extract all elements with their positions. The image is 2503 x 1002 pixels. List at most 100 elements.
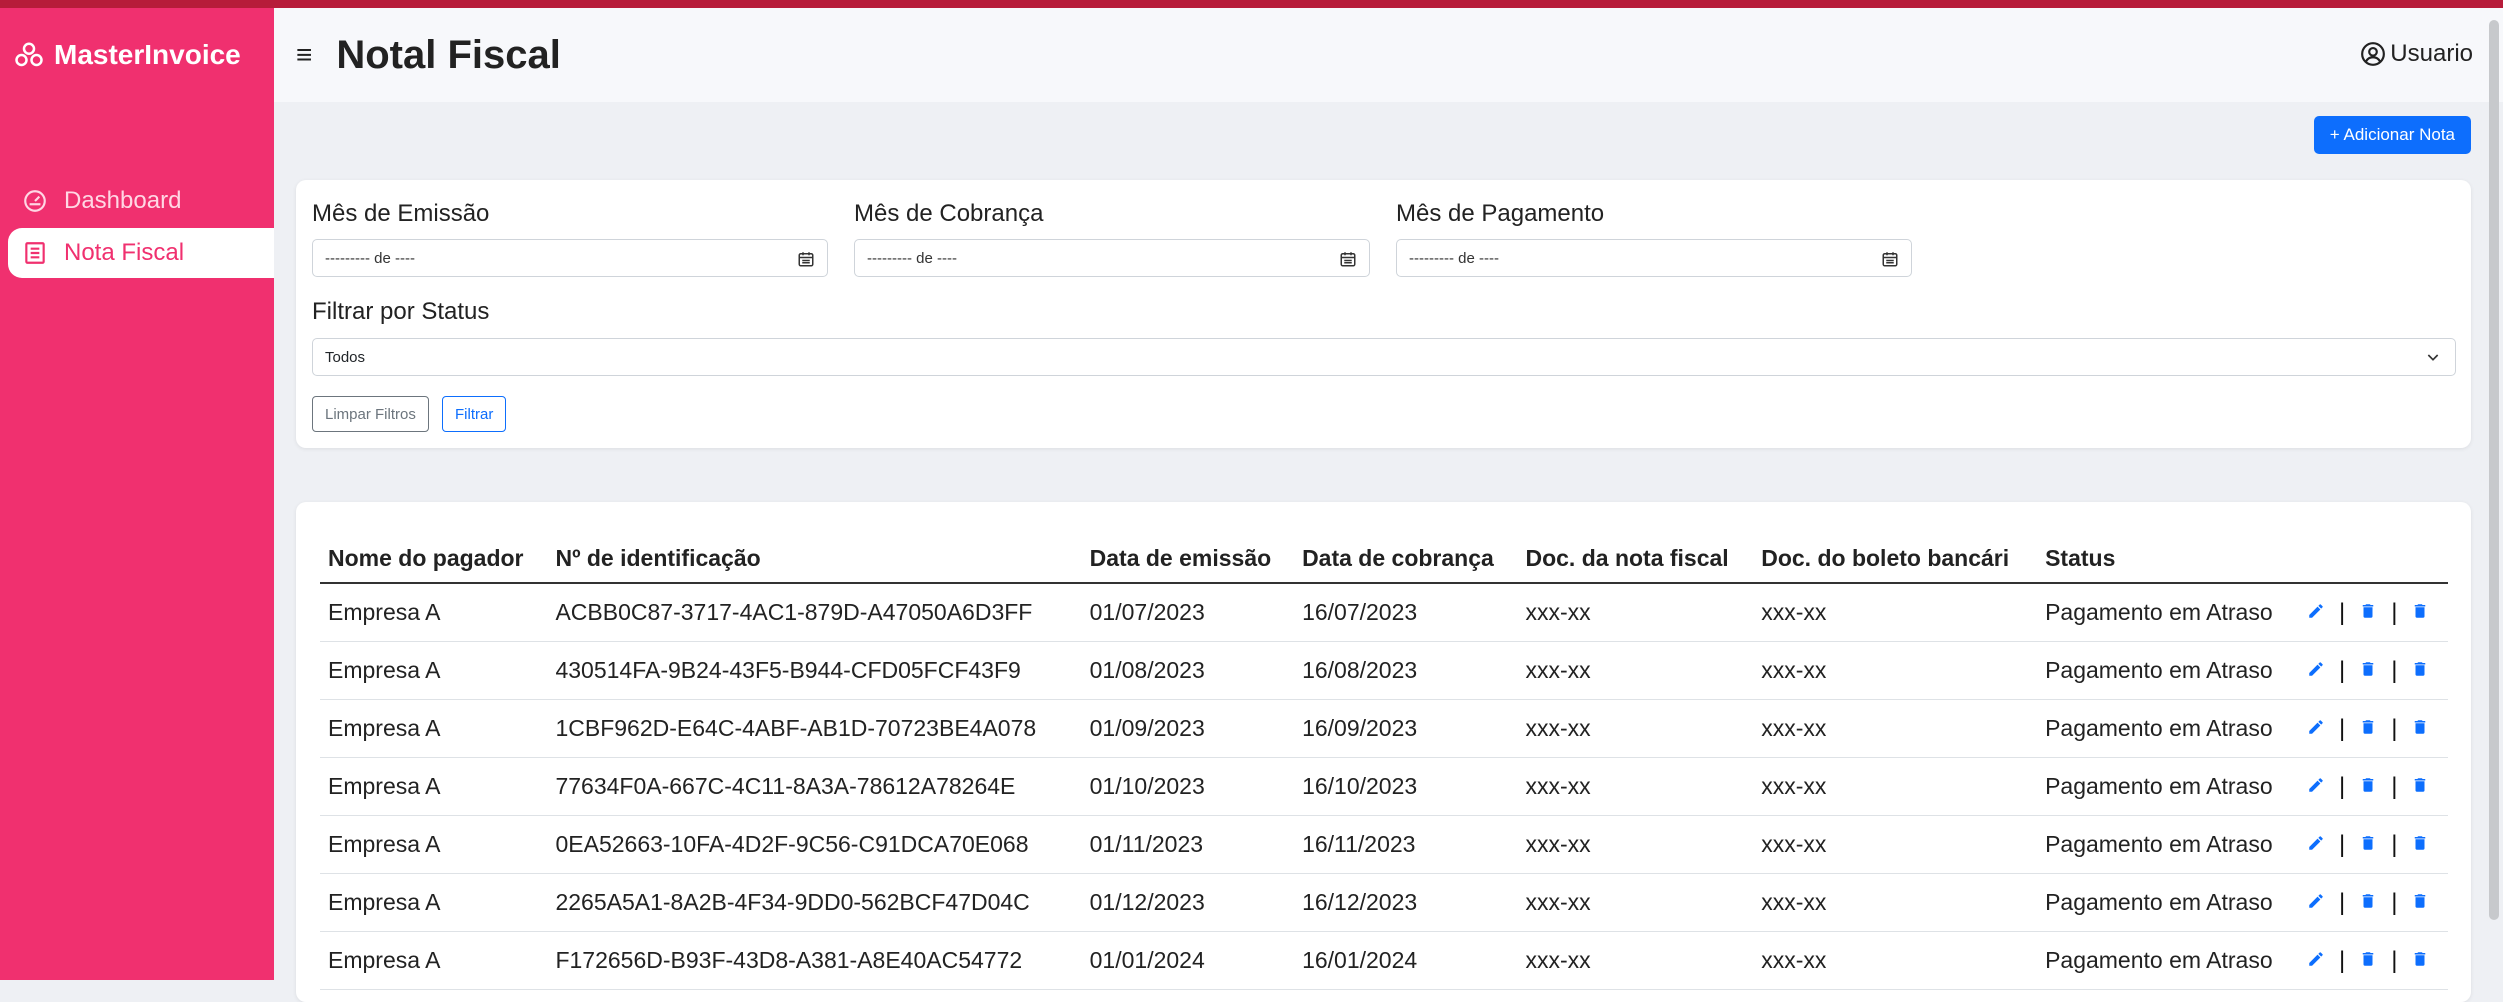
table-cell: ACBB0C87-3717-4AC1-879D-A47050A6D3FF xyxy=(547,583,1082,642)
separator: | xyxy=(2391,946,2398,974)
pencil-icon[interactable] xyxy=(2307,715,2325,742)
separator: | xyxy=(2391,598,2398,626)
trash-icon[interactable] xyxy=(2411,889,2429,916)
separator: | xyxy=(2391,714,2398,742)
table-cell: Empresa A xyxy=(320,931,548,990)
table-cell: xxx-xx xyxy=(1517,699,1754,758)
table-row: Empresa A ACBB0C87-3717-4AC1-879D-A47050A… xyxy=(320,583,2448,642)
table-cell: 2265A5A1-8A2B-4F34-9DD0-562BCF47D04C xyxy=(547,873,1082,932)
trash-icon[interactable] xyxy=(2411,715,2429,742)
clear-filters-button[interactable]: Limpar Filtros xyxy=(312,396,429,432)
sidebar-nav: Dashboard Nota Fiscal xyxy=(8,176,274,280)
status-select-value: Todos xyxy=(325,348,366,366)
calendar-icon xyxy=(1340,252,1356,267)
table-cell: 01/09/2023 xyxy=(1081,699,1295,758)
pencil-icon[interactable] xyxy=(2307,947,2325,974)
menu-icon[interactable]: ≡ xyxy=(296,39,312,71)
filter-card: Mês de Emissão --------- de ---- Mês de … xyxy=(296,180,2471,448)
trash-icon[interactable] xyxy=(2359,599,2377,626)
separator: | xyxy=(2391,772,2398,800)
app: MasterInvoice Dashboard Nota Fiscal ≡ No… xyxy=(0,8,2503,1002)
table-cell: Empresa A xyxy=(320,583,548,642)
trash-icon[interactable] xyxy=(2411,947,2429,974)
table-body: Empresa A ACBB0C87-3717-4AC1-879D-A47050A… xyxy=(320,583,2448,990)
pencil-icon[interactable] xyxy=(2307,889,2325,916)
separator: | xyxy=(2339,946,2346,974)
trash-icon[interactable] xyxy=(2411,599,2429,626)
separator: | xyxy=(2339,830,2346,858)
table-cell: xxx-xx xyxy=(1753,931,2038,990)
actions-header xyxy=(2299,534,2448,584)
table-cell: Pagamento em Atraso xyxy=(2037,757,2300,816)
sidebar-item-label: Nota Fiscal xyxy=(64,239,185,266)
cobranca-month-value: --------- de ---- xyxy=(867,249,957,267)
sidebar-item-dashboard[interactable]: Dashboard xyxy=(8,176,274,226)
trash-icon[interactable] xyxy=(2359,947,2377,974)
separator: | xyxy=(2391,656,2398,684)
scrollbar[interactable] xyxy=(2489,20,2499,920)
table-cell: 01/10/2023 xyxy=(1081,757,1295,816)
table-row: Empresa A 1CBF962D-E64C-4ABF-AB1D-70723BE… xyxy=(320,699,2448,758)
trash-icon[interactable] xyxy=(2359,889,2377,916)
row-actions: | | xyxy=(2299,583,2448,642)
pencil-icon[interactable] xyxy=(2307,773,2325,800)
gauge-icon xyxy=(24,190,46,212)
table-cell: 01/07/2023 xyxy=(1081,583,1295,642)
table-cell: xxx-xx xyxy=(1517,757,1754,816)
filter-button[interactable]: Filtrar xyxy=(442,396,507,432)
table-cell: Empresa A xyxy=(320,815,548,874)
table-cell: Pagamento em Atraso xyxy=(2037,873,2300,932)
table-cell: xxx-xx xyxy=(1753,699,2038,758)
column-header: Data de cobrança xyxy=(1294,534,1518,584)
separator: | xyxy=(2391,830,2398,858)
user-menu[interactable]: Usuario xyxy=(2360,40,2473,68)
trash-icon[interactable] xyxy=(2359,831,2377,858)
table-cell: 16/01/2024 xyxy=(1294,931,1518,990)
invoice-table: Nome do pagador Nº de identificação Data… xyxy=(320,534,2448,990)
calendar-icon xyxy=(798,252,814,267)
table-cell: 16/07/2023 xyxy=(1294,583,1518,642)
sidebar-item-nota-fiscal[interactable]: Nota Fiscal xyxy=(8,228,274,278)
document-icon xyxy=(25,242,45,264)
table-cell: Empresa A xyxy=(320,641,548,700)
cobranca-month-input[interactable]: --------- de ---- xyxy=(854,239,1370,277)
table-cell: 01/01/2024 xyxy=(1081,931,1295,990)
table-row: Empresa A F172656D-B93F-43D8-A381-A8E40AC… xyxy=(320,931,2448,990)
brand[interactable]: MasterInvoice xyxy=(0,8,274,102)
pencil-icon[interactable] xyxy=(2307,657,2325,684)
calendar-icon xyxy=(1882,252,1898,267)
user-circle-icon xyxy=(2361,42,2386,66)
table-cell: xxx-xx xyxy=(1517,873,1754,932)
table-cell: xxx-xx xyxy=(1753,641,2038,700)
sidebar-item-label: Dashboard xyxy=(64,187,182,214)
table-cell: Empresa A xyxy=(320,873,548,932)
trash-icon[interactable] xyxy=(2359,657,2377,684)
table-cell: 430514FA-9B24-43F5-B944-CFD05FCF43F9 xyxy=(547,641,1082,700)
pagamento-month-input[interactable]: --------- de ---- xyxy=(1396,239,1912,277)
trash-icon[interactable] xyxy=(2359,715,2377,742)
row-actions: | | xyxy=(2299,931,2448,990)
row-actions: | | xyxy=(2299,815,2448,874)
table-row: Empresa A 77634F0A-667C-4C11-8A3A-78612A7… xyxy=(320,757,2448,816)
table-cell: 01/12/2023 xyxy=(1081,873,1295,932)
column-header: Doc. da nota fiscal xyxy=(1517,534,1754,584)
chevron-down-icon xyxy=(2427,354,2439,361)
emissao-month-input[interactable]: --------- de ---- xyxy=(312,239,828,277)
trash-icon[interactable] xyxy=(2359,773,2377,800)
status-select[interactable]: Todos xyxy=(312,338,2456,376)
pencil-icon[interactable] xyxy=(2307,831,2325,858)
add-note-button[interactable]: + Adicionar Nota xyxy=(2313,116,2471,154)
pencil-icon[interactable] xyxy=(2307,599,2325,626)
top-bar: ≡ Notal Fiscal Usuario xyxy=(274,8,2503,102)
column-header: Data de emissão xyxy=(1081,534,1295,584)
separator: | xyxy=(2339,772,2346,800)
cobranca-label: Mês de Cobrança xyxy=(854,200,1044,227)
trash-icon[interactable] xyxy=(2411,831,2429,858)
trash-icon[interactable] xyxy=(2411,657,2429,684)
table-cell: 01/08/2023 xyxy=(1081,641,1295,700)
brand-name: MasterInvoice xyxy=(54,39,241,70)
row-actions: | | xyxy=(2299,757,2448,816)
table-cell: xxx-xx xyxy=(1753,815,2038,874)
separator: | xyxy=(2339,598,2346,626)
trash-icon[interactable] xyxy=(2411,773,2429,800)
